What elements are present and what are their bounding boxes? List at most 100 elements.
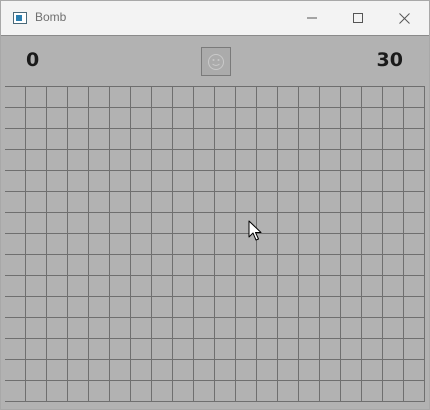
board-cell[interactable] — [26, 87, 47, 108]
board-cell[interactable] — [152, 129, 173, 150]
board-cell[interactable] — [131, 171, 152, 192]
board-cell[interactable] — [299, 87, 320, 108]
title-bar[interactable]: Bomb — [1, 1, 429, 36]
board-cell[interactable] — [131, 150, 152, 171]
board-cell[interactable] — [320, 87, 341, 108]
board-cell[interactable] — [5, 129, 26, 150]
board-cell[interactable] — [68, 381, 89, 402]
board-cell[interactable] — [152, 339, 173, 360]
board-cell[interactable] — [257, 87, 278, 108]
board-cell[interactable] — [215, 276, 236, 297]
board-cell[interactable] — [320, 234, 341, 255]
board-cell[interactable] — [194, 381, 215, 402]
board-cell[interactable] — [404, 276, 425, 297]
board-cell[interactable] — [362, 255, 383, 276]
board-cell[interactable] — [236, 276, 257, 297]
board-cell[interactable] — [341, 318, 362, 339]
board-cell[interactable] — [5, 381, 26, 402]
board-cell[interactable] — [362, 192, 383, 213]
board-cell[interactable] — [68, 339, 89, 360]
board-cell[interactable] — [341, 360, 362, 381]
reset-face-button[interactable] — [201, 47, 231, 76]
board-cell[interactable] — [236, 150, 257, 171]
board-cell[interactable] — [404, 297, 425, 318]
board-cell[interactable] — [215, 234, 236, 255]
board-cell[interactable] — [362, 360, 383, 381]
board-cell[interactable] — [404, 381, 425, 402]
board-cell[interactable] — [173, 213, 194, 234]
board-cell[interactable] — [299, 234, 320, 255]
board-cell[interactable] — [278, 129, 299, 150]
board-cell[interactable] — [89, 87, 110, 108]
board-cell[interactable] — [215, 129, 236, 150]
board-cell[interactable] — [26, 150, 47, 171]
board-cell[interactable] — [152, 255, 173, 276]
board-cell[interactable] — [110, 171, 131, 192]
board-cell[interactable] — [215, 318, 236, 339]
board-cell[interactable] — [110, 108, 131, 129]
board-cell[interactable] — [278, 108, 299, 129]
board-cell[interactable] — [26, 360, 47, 381]
board-cell[interactable] — [383, 297, 404, 318]
board-cell[interactable] — [152, 150, 173, 171]
board-cell[interactable] — [362, 171, 383, 192]
board-cell[interactable] — [320, 108, 341, 129]
board-cell[interactable] — [341, 234, 362, 255]
board-cell[interactable] — [89, 171, 110, 192]
board-cell[interactable] — [5, 318, 26, 339]
board-cell[interactable] — [89, 276, 110, 297]
board-cell[interactable] — [383, 108, 404, 129]
board-cell[interactable] — [47, 297, 68, 318]
board-cell[interactable] — [341, 276, 362, 297]
board-cell[interactable] — [362, 297, 383, 318]
board-cell[interactable] — [5, 339, 26, 360]
board-cell[interactable] — [320, 318, 341, 339]
board-cell[interactable] — [131, 360, 152, 381]
board-cell[interactable] — [215, 108, 236, 129]
board-cell[interactable] — [89, 255, 110, 276]
board-cell[interactable] — [236, 171, 257, 192]
board-cell[interactable] — [236, 381, 257, 402]
board-cell[interactable] — [299, 297, 320, 318]
board-cell[interactable] — [110, 255, 131, 276]
board-cell[interactable] — [152, 213, 173, 234]
board-cell[interactable] — [215, 297, 236, 318]
board-cell[interactable] — [362, 276, 383, 297]
board-cell[interactable] — [131, 234, 152, 255]
board-cell[interactable] — [404, 192, 425, 213]
board-cell[interactable] — [152, 318, 173, 339]
board-cell[interactable] — [152, 192, 173, 213]
board-cell[interactable] — [26, 255, 47, 276]
board-cell[interactable] — [278, 171, 299, 192]
board-cell[interactable] — [362, 234, 383, 255]
board-cell[interactable] — [173, 192, 194, 213]
board-cell[interactable] — [26, 129, 47, 150]
board-cell[interactable] — [47, 318, 68, 339]
board-cell[interactable] — [131, 192, 152, 213]
board-cell[interactable] — [320, 213, 341, 234]
board-cell[interactable] — [68, 276, 89, 297]
board-cell[interactable] — [89, 297, 110, 318]
board-cell[interactable] — [362, 150, 383, 171]
board-cell[interactable] — [152, 234, 173, 255]
board-cell[interactable] — [257, 129, 278, 150]
board-cell[interactable] — [89, 381, 110, 402]
board-cell[interactable] — [194, 318, 215, 339]
board-cell[interactable] — [257, 360, 278, 381]
board-cell[interactable] — [383, 213, 404, 234]
board-cell[interactable] — [131, 108, 152, 129]
board-cell[interactable] — [194, 213, 215, 234]
board-cell[interactable] — [404, 234, 425, 255]
board-cell[interactable] — [236, 108, 257, 129]
board-cell[interactable] — [152, 381, 173, 402]
board-cell[interactable] — [383, 87, 404, 108]
board-cell[interactable] — [257, 255, 278, 276]
board-cell[interactable] — [194, 108, 215, 129]
board-cell[interactable] — [215, 213, 236, 234]
board-cell[interactable] — [152, 87, 173, 108]
board-cell[interactable] — [89, 339, 110, 360]
board-cell[interactable] — [236, 213, 257, 234]
board-cell[interactable] — [341, 213, 362, 234]
board-cell[interactable] — [68, 129, 89, 150]
board-cell[interactable] — [278, 213, 299, 234]
